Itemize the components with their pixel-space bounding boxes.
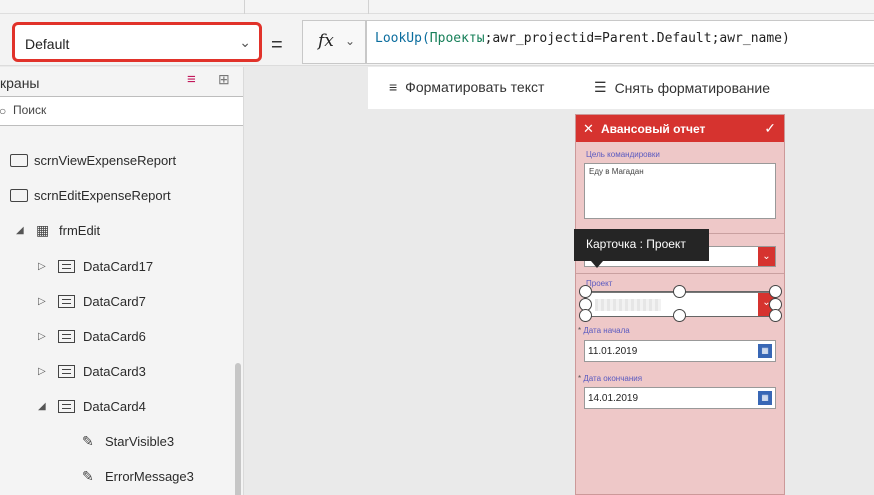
equals-sign: = xyxy=(271,34,283,56)
app-header: ✕ Авансовый отчет ✓ xyxy=(576,115,784,142)
search-icon: ○ xyxy=(0,104,6,118)
tree-view-list-icon[interactable]: ≡ xyxy=(187,71,196,88)
tree-item-card[interactable]: ▷ DataCard6 xyxy=(38,321,146,351)
start-date-picker[interactable]: 11.01.2019 ▦ xyxy=(584,340,776,362)
resize-handle[interactable] xyxy=(769,285,782,298)
form-icon: ▦ xyxy=(36,221,50,238)
panel-title: краны xyxy=(0,75,40,91)
tree-item-card[interactable]: ▷ DataCard3 xyxy=(38,356,146,386)
tree-item-card[interactable]: ▷ DataCard17 xyxy=(38,251,153,281)
card-icon xyxy=(58,329,75,343)
tree-item-label: DataCard4 xyxy=(83,398,146,414)
screen-icon xyxy=(10,188,28,202)
tree-item-label: frmEdit xyxy=(59,222,101,238)
card-icon xyxy=(58,399,75,413)
fx-icon: fx xyxy=(318,31,334,51)
expand-arrow-icon[interactable]: ▷ xyxy=(38,296,50,307)
purpose-label: Цель командировки xyxy=(586,150,660,159)
checkmark-icon[interactable]: ✓ xyxy=(764,120,776,137)
formula-bar: Default ⌄ = fx ⌄ LookUp(Проекты;awr_proj… xyxy=(0,14,874,66)
expand-arrow-icon[interactable]: ▷ xyxy=(38,331,50,342)
tree-item-card[interactable]: ▷ DataCard7 xyxy=(38,286,146,316)
tree-item-label: ErrorMessage3 xyxy=(105,468,194,484)
end-date-value: 14.01.2019 xyxy=(588,393,639,404)
tree-item-card[interactable]: ◢ DataCard4 xyxy=(38,391,146,421)
chevron-down-icon: ⌄ xyxy=(345,34,356,48)
close-icon[interactable]: ✕ xyxy=(583,121,594,137)
end-date-picker[interactable]: 14.01.2019 ▦ xyxy=(584,387,776,409)
clear-format-icon: ☰ xyxy=(594,79,607,95)
search-input[interactable] xyxy=(13,103,213,117)
text-format-toolbar: ≡ Форматировать текст ☰ Снять форматиров… xyxy=(368,67,874,109)
tooltip: Карточка : Проект xyxy=(574,229,709,261)
edit-icon: ✎ xyxy=(82,467,94,484)
tree-item-label: DataCard3 xyxy=(83,363,146,379)
app-title: Авансовый отчет xyxy=(601,122,706,136)
required-mark: * xyxy=(578,326,582,335)
tree-item-label: DataCard17 xyxy=(83,258,154,274)
formula-input[interactable]: LookUp(Проекты;awr_projectid=Parent.Defa… xyxy=(366,20,874,64)
tree-item-control[interactable]: ✎ ErrorMessage3 xyxy=(82,461,194,491)
tooltip-tail xyxy=(591,261,603,268)
search-box[interactable]: ○ xyxy=(0,96,243,126)
start-date-label-text: Дата начала xyxy=(583,326,630,335)
resize-handle[interactable] xyxy=(579,285,592,298)
calendar-icon[interactable]: ▦ xyxy=(758,391,772,405)
end-date-label-text: Дата окончания xyxy=(583,374,643,383)
formula-args: ;awr_projectid=Parent.Default;awr_name) xyxy=(484,31,790,46)
format-text-button[interactable]: ≡ Форматировать текст xyxy=(389,79,544,95)
tree-item-label: DataCard6 xyxy=(83,328,146,344)
card-icon xyxy=(58,294,75,308)
resize-handle[interactable] xyxy=(673,309,686,322)
tree-item-form[interactable]: ◢ ▦ frmEdit xyxy=(16,215,100,245)
clipped-tree-item: ​ xyxy=(0,126,243,132)
start-date-label: * Дата начала xyxy=(578,326,630,335)
card-icon xyxy=(58,364,75,378)
tree-item-label: DataCard7 xyxy=(83,293,146,309)
resize-handle[interactable] xyxy=(769,309,782,322)
formula-function: LookUp( xyxy=(375,31,430,46)
chevron-down-icon: ⌄ xyxy=(239,34,251,50)
tree-item-control[interactable]: ✎ StarVisible3 xyxy=(82,426,174,456)
property-dropdown[interactable]: Default ⌄ xyxy=(12,22,262,62)
scrollbar[interactable] xyxy=(235,363,241,495)
screen-icon xyxy=(10,153,28,167)
tree-item-screen[interactable]: scrnViewExpenseReport xyxy=(10,145,176,175)
card-icon xyxy=(58,259,75,273)
tree-item-label: StarVisible3 xyxy=(105,433,175,449)
top-strip-divider xyxy=(244,0,245,14)
end-date-label: * Дата окончания xyxy=(578,374,642,383)
thumbnail-grid-icon[interactable]: ⊞ xyxy=(218,71,230,88)
formula-datasource: Проекты xyxy=(429,31,485,46)
chevron-down-icon: ⌄ xyxy=(758,247,775,266)
property-dropdown-value: Default xyxy=(25,36,70,52)
tree-item-label: scrnEditExpenseReport xyxy=(34,187,171,203)
resize-handle[interactable] xyxy=(673,285,686,298)
collapse-arrow-icon[interactable]: ◢ xyxy=(38,401,50,412)
edit-icon: ✎ xyxy=(82,432,94,449)
tree-item-screen[interactable]: scrnEditExpenseReport xyxy=(10,180,171,210)
calendar-icon[interactable]: ▦ xyxy=(758,344,772,358)
top-strip xyxy=(0,0,874,14)
app-preview-canvas: ✕ Авансовый отчет ✓ Цель командировки Ед… xyxy=(575,114,785,495)
clear-format-label: Снять форматирование xyxy=(614,79,770,96)
format-text-icon: ≡ xyxy=(389,79,398,95)
required-mark: * xyxy=(578,374,582,383)
expand-arrow-icon[interactable]: ▷ xyxy=(38,366,50,377)
start-date-value: 11.01.2019 xyxy=(588,346,638,357)
tree-view-panel: краны ≡ ⊞ ○ ​ scrnViewExpenseReport scrn… xyxy=(0,67,244,495)
blurred-value xyxy=(595,299,661,311)
clear-format-button[interactable]: ☰ Снять форматирование xyxy=(594,79,770,96)
resize-handle[interactable] xyxy=(579,309,592,322)
format-text-label: Форматировать текст xyxy=(405,79,545,95)
fx-button[interactable]: fx ⌄ xyxy=(302,20,366,64)
top-strip-divider xyxy=(368,0,369,14)
purpose-textarea[interactable]: Еду в Магадан xyxy=(584,163,776,219)
divider xyxy=(576,273,784,274)
expand-arrow-icon[interactable]: ▷ xyxy=(38,261,50,272)
collapse-arrow-icon[interactable]: ◢ xyxy=(16,225,28,236)
tree-item-label: scrnViewExpenseReport xyxy=(34,152,177,168)
